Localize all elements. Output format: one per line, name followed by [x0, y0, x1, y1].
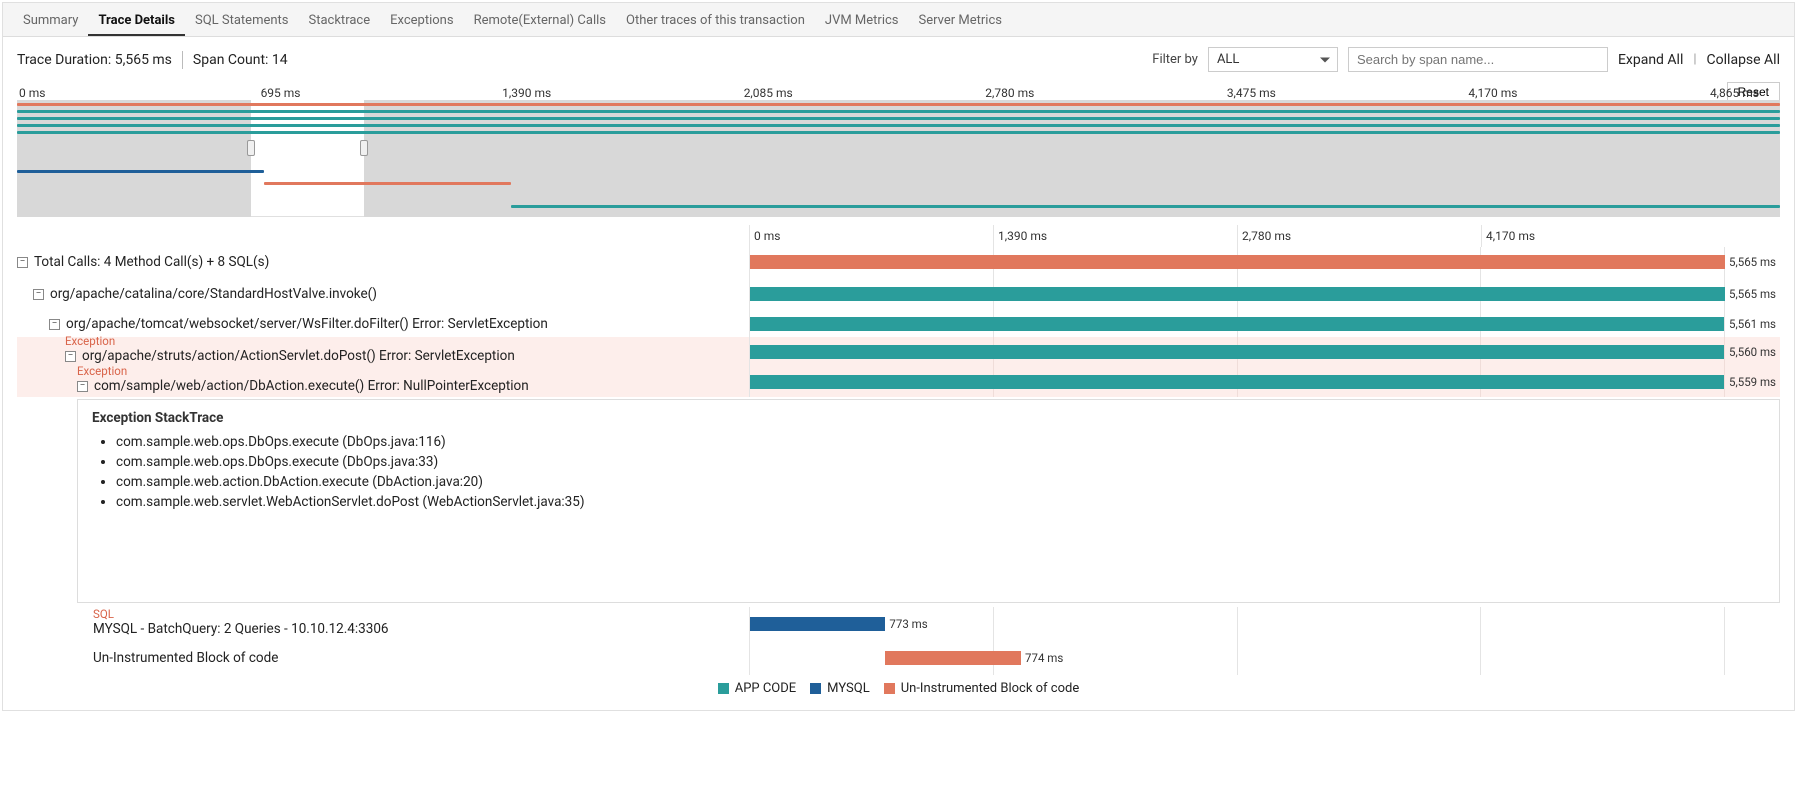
trace-row-exception[interactable]: Exception − org/apache/struts/action/Act… [17, 337, 1780, 367]
overview-body[interactable] [17, 100, 1780, 217]
tree-toggle-icon[interactable]: − [17, 257, 28, 268]
overview-bar [17, 117, 1780, 120]
stacktrace-list: com.sample.web.ops.DbOps.execute (DbOps.… [92, 432, 1765, 512]
trace-row-root[interactable]: − Total Calls: 4 Method Call(s) + 8 SQL(… [17, 247, 1780, 277]
tab-sql-statements[interactable]: SQL Statements [185, 7, 299, 36]
tree-toggle-icon[interactable]: − [33, 289, 44, 300]
overview-bar [511, 205, 1780, 208]
legend-label: MYSQL [827, 681, 870, 696]
stacktrace-line: com.sample.web.ops.DbOps.execute (DbOps.… [116, 432, 1765, 452]
overview-timeline: Reset 0 ms 695 ms 1,390 ms 2,085 ms 2,78… [17, 82, 1780, 217]
tab-server-metrics[interactable]: Server Metrics [909, 7, 1012, 36]
ruler-tick: 4,170 ms [1482, 225, 1725, 247]
row-label: org/apache/struts/action/ActionServlet.d… [82, 348, 515, 364]
stacktrace-line: com.sample.web.ops.DbOps.execute (DbOps.… [116, 452, 1765, 472]
search-input[interactable] [1348, 47, 1608, 72]
ruler-tick: 1,390 ms [994, 225, 1238, 247]
tree-toggle-icon[interactable]: − [65, 351, 76, 362]
legend-swatch [718, 683, 729, 694]
span-bar [750, 375, 1724, 389]
row-duration: 5,565 ms [1729, 287, 1776, 301]
tab-other-traces[interactable]: Other traces of this transaction [616, 7, 815, 36]
tab-remote-calls[interactable]: Remote(External) Calls [464, 7, 616, 36]
row-duration: 5,559 ms [1729, 375, 1776, 389]
tab-summary[interactable]: Summary [13, 7, 88, 36]
overview-handle-left[interactable] [247, 140, 255, 156]
ruler-tick: 2,780 ms [1238, 225, 1482, 247]
filter-by-label: Filter by [1152, 52, 1198, 67]
main-trace-area: 0 ms 1,390 ms 2,780 ms 4,170 ms − Total … [17, 225, 1780, 706]
trace-rows: − Total Calls: 4 Method Call(s) + 8 SQL(… [17, 247, 1780, 675]
legend-item: MYSQL [810, 681, 870, 696]
row-label: com/sample/web/action/DbAction.execute()… [94, 378, 529, 394]
row-duration: 773 ms [889, 617, 927, 631]
trace-row[interactable]: − org/apache/tomcat/websocket/server/WsF… [17, 311, 1780, 337]
span-bar [750, 287, 1725, 301]
overview-bar [17, 124, 1780, 127]
tab-bar: Summary Trace Details SQL Statements Sta… [3, 3, 1794, 37]
span-bar [750, 255, 1725, 269]
span-bar [750, 617, 885, 631]
row-duration: 5,560 ms [1729, 345, 1776, 359]
ruler-tick: 0 ms [750, 225, 994, 247]
separator: | [1693, 52, 1696, 67]
row-label: Un-Instrumented Block of code [93, 650, 278, 666]
legend-swatch [884, 683, 895, 694]
legend-item: APP CODE [718, 681, 796, 696]
overview-bar [17, 103, 1780, 106]
row-duration: 5,565 ms [1729, 255, 1776, 269]
filter-select[interactable]: ALL [1208, 47, 1338, 72]
overview-ticks: 0 ms 695 ms 1,390 ms 2,085 ms 2,780 ms 3… [17, 82, 1780, 100]
span-bar [750, 345, 1724, 359]
trace-panel: Summary Trace Details SQL Statements Sta… [2, 2, 1795, 711]
filter-select-value[interactable]: ALL [1208, 47, 1338, 72]
divider [182, 51, 183, 69]
legend: APP CODE MYSQL Un-Instrumented Block of … [17, 675, 1780, 706]
exception-label: Exception [77, 364, 127, 378]
row-label: org/apache/catalina/core/StandardHostVal… [50, 286, 377, 302]
tab-exceptions[interactable]: Exceptions [380, 7, 463, 36]
stacktrace-row: Exception StackTrace com.sample.web.ops.… [17, 397, 1780, 607]
stacktrace-line: com.sample.web.servlet.WebActionServlet.… [116, 492, 1765, 512]
trace-row-exception[interactable]: Exception − com/sample/web/action/DbActi… [17, 367, 1780, 397]
info-bar: Trace Duration: 5,565 ms Span Count: 14 … [3, 37, 1794, 82]
legend-label: Un-Instrumented Block of code [901, 681, 1080, 696]
row-label: org/apache/tomcat/websocket/server/WsFil… [66, 316, 548, 332]
stacktrace-box: Exception StackTrace com.sample.web.ops.… [77, 399, 1780, 603]
trace-row[interactable]: Un-Instrumented Block of code 774 ms [17, 641, 1780, 675]
span-bar [885, 651, 1021, 665]
ruler: 0 ms 1,390 ms 2,780 ms 4,170 ms [750, 225, 1725, 247]
sql-label: SQL [93, 607, 114, 621]
row-label: Total Calls: 4 Method Call(s) + 8 SQL(s) [34, 254, 269, 270]
tab-jvm-metrics[interactable]: JVM Metrics [815, 7, 909, 36]
stacktrace-title: Exception StackTrace [92, 410, 1765, 426]
legend-swatch [810, 683, 821, 694]
legend-item: Un-Instrumented Block of code [884, 681, 1080, 696]
tree-toggle-icon[interactable]: − [77, 381, 88, 392]
tab-stacktrace[interactable]: Stacktrace [299, 7, 381, 36]
exception-label: Exception [65, 334, 115, 348]
span-count-label: Span Count: 14 [193, 52, 288, 68]
legend-label: APP CODE [735, 681, 796, 696]
tab-trace-details[interactable]: Trace Details [88, 7, 185, 36]
span-bar [750, 317, 1724, 331]
overview-bar [17, 131, 1780, 134]
row-duration: 774 ms [1025, 651, 1063, 665]
row-label: MYSQL - BatchQuery: 2 Queries - 10.10.12… [93, 621, 389, 637]
overview-bar [17, 170, 264, 173]
trace-duration-label: Trace Duration: 5,565 ms [17, 52, 172, 68]
collapse-all-button[interactable]: Collapse All [1707, 52, 1780, 68]
overview-bar [17, 110, 1780, 113]
row-duration: 5,561 ms [1729, 317, 1776, 331]
stacktrace-line: com.sample.web.action.DbAction.execute (… [116, 472, 1765, 492]
trace-row-sql[interactable]: SQL MYSQL - BatchQuery: 2 Queries - 10.1… [17, 607, 1780, 641]
overview-bar [264, 182, 511, 185]
overview-handle-right[interactable] [360, 140, 368, 156]
tree-toggle-icon[interactable]: − [49, 319, 60, 330]
trace-row[interactable]: − org/apache/catalina/core/StandardHostV… [17, 277, 1780, 311]
expand-all-button[interactable]: Expand All [1618, 52, 1683, 68]
